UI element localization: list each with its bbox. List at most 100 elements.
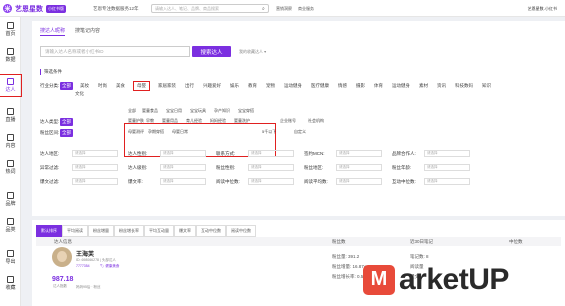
- sidebar-item-hotwords[interactable]: 热词: [0, 157, 21, 178]
- subcategory-chip[interactable]: 母婴日常: [172, 129, 188, 135]
- select-dropdown[interactable]: 请选择: [72, 150, 118, 157]
- subcategory-chip[interactable]: 育儿经验: [186, 118, 202, 124]
- avatar[interactable]: [52, 247, 72, 267]
- sidebar-item-label: 数据: [5, 57, 16, 63]
- sidebar-item-live[interactable]: 直播: [0, 105, 21, 126]
- industry-chip[interactable]: 娱乐: [230, 83, 239, 89]
- industry-chip-selected[interactable]: 母婴: [133, 81, 150, 91]
- industry-chip[interactable]: 教育: [248, 83, 257, 89]
- fans-range-row: 粉丝区间: 全部: [40, 129, 80, 137]
- industry-chip[interactable]: 体育: [374, 83, 383, 89]
- select-dropdown[interactable]: 请选择: [248, 178, 294, 185]
- subcategory-chip[interactable]: 全部: [128, 108, 136, 114]
- sort-tab[interactable]: 粉丝增量: [88, 225, 114, 237]
- industry-all-chip[interactable]: 全部: [60, 82, 73, 90]
- select-dropdown[interactable]: 请选择: [424, 150, 470, 157]
- watermark-text: arketUP: [399, 262, 509, 296]
- stat-value: 粉丝量: 391.2: [332, 254, 360, 259]
- industry-chip[interactable]: 家居家装: [158, 83, 176, 89]
- industry-chip[interactable]: 兴趣爱好: [203, 83, 221, 89]
- select-dropdown[interactable]: 请选择: [160, 150, 206, 157]
- subcategory-chip[interactable]: 孕产知识: [214, 108, 230, 114]
- select-dropdown[interactable]: 请选择: [248, 150, 294, 157]
- industry-chip[interactable]: 运动健身: [284, 83, 302, 89]
- subcategory-chip[interactable]: 婴童护肤: [128, 118, 144, 124]
- sidebar-item-favorites[interactable]: 收藏: [0, 273, 21, 294]
- select-dropdown[interactable]: 请选择: [72, 178, 118, 185]
- industry-chip[interactable]: 情感: [338, 83, 347, 89]
- fans-all-chip[interactable]: 全部: [60, 129, 73, 137]
- industry-chip[interactable]: 素材: [419, 83, 428, 89]
- industry-chip[interactable]: 医疗健康: [311, 83, 329, 89]
- sidebar-item-influencer[interactable]: 达人: [0, 74, 22, 97]
- select-filter: 互动中位数: 请选择: [392, 178, 470, 185]
- select-dropdown[interactable]: 请选择: [160, 178, 206, 185]
- column-header[interactable]: 粉丝数: [332, 239, 346, 245]
- industry-chip[interactable]: 美妆: [80, 83, 89, 89]
- industry-chip[interactable]: 资讯: [437, 83, 446, 89]
- sidebar-item-data[interactable]: 数据: [0, 45, 21, 66]
- sidebar-item-brand[interactable]: 品牌: [0, 189, 21, 210]
- industry-chip[interactable]: 摄影: [356, 83, 365, 89]
- influencer-search-input[interactable]: 请输入达人名称或者小红书ID: [40, 46, 190, 57]
- sidebar-item-content[interactable]: 内容: [0, 131, 21, 152]
- subcategory-chip[interactable]: 宝宝玩具: [190, 108, 206, 114]
- sort-tab[interactable]: 爆文率: [174, 225, 196, 237]
- tab-search-notes[interactable]: 搜笔记内容: [75, 27, 100, 36]
- search-button[interactable]: 搜索达人: [192, 46, 231, 57]
- industry-chip[interactable]: 运动健身: [392, 83, 410, 89]
- influencer-card[interactable]: 王海芙 ID: 698066278 | 头部达人 7777354 🏷 健康美食 …: [52, 247, 142, 302]
- sort-tab[interactable]: 平均阅读: [62, 225, 88, 237]
- subcategory-chip[interactable]: 婴童用品: [162, 118, 178, 124]
- subcategory-chip[interactable]: 婴童食品: [142, 108, 158, 114]
- subcategory-chip[interactable]: 早教: [146, 118, 154, 124]
- user-menu[interactable]: 艺恩星数-小红书: [528, 6, 557, 12]
- select-dropdown[interactable]: 请选择: [160, 164, 206, 171]
- subcategory-chip[interactable]: 宝宝穿搭: [238, 108, 254, 114]
- industry-chip[interactable]: 美食: [116, 83, 125, 89]
- select-dropdown[interactable]: 请选择: [336, 178, 382, 185]
- sidebar-item-home[interactable]: 首页: [0, 19, 21, 40]
- industry-chip[interactable]: 出行: [185, 83, 194, 89]
- search-icon[interactable]: ⌕: [262, 6, 265, 12]
- sidebar-item-category[interactable]: 品类: [0, 215, 21, 236]
- subcategory-chip[interactable]: 婴童洗护: [234, 118, 250, 124]
- tab-search-nickname[interactable]: 搜达人昵称: [40, 27, 66, 36]
- subcategory-chip[interactable]: 母婴测评: [128, 129, 144, 135]
- industry-chip[interactable]: 宠物: [266, 83, 275, 89]
- fans-chip[interactable]: 5千以下: [262, 129, 276, 135]
- type-chip[interactable]: 社会机构: [308, 118, 324, 124]
- type-chip[interactable]: 企业账号: [280, 118, 296, 124]
- industry-chip[interactable]: 知识: [482, 83, 491, 89]
- sort-tab[interactable]: 平均互动量: [144, 225, 174, 237]
- sort-tab[interactable]: 互动中位数: [196, 225, 226, 237]
- top-link-service[interactable]: 商业服务: [298, 6, 314, 12]
- influencer-name[interactable]: 王海芙: [76, 249, 94, 258]
- type-all-chip[interactable]: 全部: [60, 118, 73, 126]
- sidebar-item-export[interactable]: 导出: [0, 247, 21, 268]
- select-dropdown[interactable]: 请选择: [336, 164, 382, 171]
- influencer-index: 987.18: [52, 276, 74, 283]
- select-dropdown[interactable]: 请选择: [424, 164, 470, 171]
- global-search-input[interactable]: 请输入达人、笔记、品牌、商品搜索: [151, 4, 269, 13]
- my-collection-dropdown[interactable]: 我的收藏达人 ▾: [239, 49, 266, 55]
- industry-chip[interactable]: 科技数码: [455, 83, 473, 89]
- grid-icon: [7, 218, 14, 225]
- industry-chip[interactable]: 文化: [75, 91, 84, 97]
- subcategory-chip[interactable]: 宝宝日用: [166, 108, 182, 114]
- industry-chip[interactable]: 时尚: [98, 83, 107, 89]
- select-dropdown[interactable]: 请选择: [424, 178, 470, 185]
- sort-tab-default[interactable]: 默认排序: [36, 225, 62, 237]
- subcategory-chip[interactable]: 妈妈经验: [210, 118, 226, 124]
- fans-chip[interactable]: 自定义: [294, 129, 306, 135]
- sort-tab[interactable]: 阅读中位数: [226, 225, 256, 237]
- subcategory-chip[interactable]: 孕期穿搭: [148, 129, 164, 135]
- sort-tab[interactable]: 粉丝增长率: [114, 225, 144, 237]
- top-link-insight[interactable]: 营销洞察: [276, 6, 292, 12]
- sort-tabs: 默认排序 平均阅读 粉丝增量 粉丝增长率 平均互动量 爆文率 互动中位数 阅读中…: [36, 225, 256, 237]
- select-dropdown[interactable]: 请选择: [248, 164, 294, 171]
- select-dropdown[interactable]: 请选择: [72, 164, 118, 171]
- select-dropdown[interactable]: 请选择: [336, 150, 382, 157]
- top-links: 营销洞察 商业服务: [276, 6, 314, 12]
- logo[interactable]: 米 艺恩星数 小红书版: [3, 3, 66, 14]
